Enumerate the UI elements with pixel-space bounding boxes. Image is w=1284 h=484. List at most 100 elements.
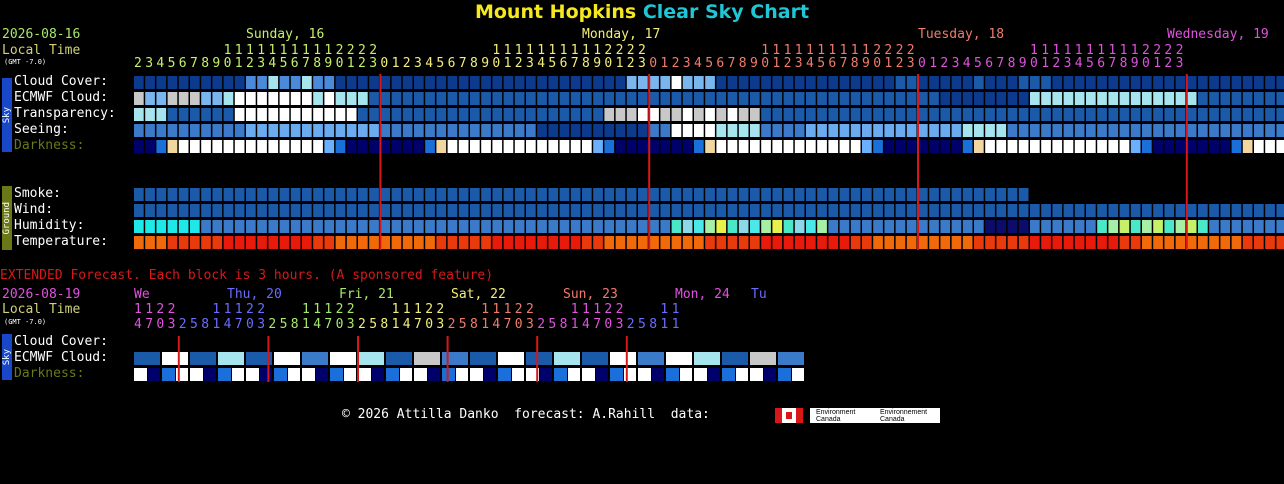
extended-darkness-block[interactable] xyxy=(456,368,468,381)
wind-block[interactable] xyxy=(660,204,671,217)
darkness-block[interactable] xyxy=(492,140,503,153)
cloud-cover-block[interactable] xyxy=(380,76,391,89)
seeing-block[interactable] xyxy=(514,124,525,137)
temperature-block[interactable] xyxy=(582,236,592,249)
ecmwf-cloud-block[interactable] xyxy=(212,92,223,105)
seeing-block[interactable] xyxy=(873,124,883,137)
humidity-block[interactable] xyxy=(1130,220,1141,233)
transparency-block[interactable] xyxy=(705,108,715,121)
temperature-block[interactable] xyxy=(481,236,491,249)
ecmwf-cloud-block[interactable] xyxy=(694,92,704,105)
transparency-block[interactable] xyxy=(223,108,234,121)
transparency-block[interactable] xyxy=(537,108,547,121)
temperature-block[interactable] xyxy=(1209,236,1219,249)
cloud-cover-block[interactable] xyxy=(548,76,559,89)
seeing-block[interactable] xyxy=(380,124,391,137)
ecmwf-cloud-block[interactable] xyxy=(1209,92,1219,105)
seeing-block[interactable] xyxy=(178,124,189,137)
humidity-block[interactable] xyxy=(828,220,839,233)
darkness-block[interactable] xyxy=(201,140,211,153)
darkness-block[interactable] xyxy=(268,140,279,153)
ecmwf-cloud-block[interactable] xyxy=(369,92,379,105)
wind-block[interactable] xyxy=(1220,204,1231,217)
cloud-cover-block[interactable] xyxy=(190,76,200,89)
wind-block[interactable] xyxy=(694,204,704,217)
smoke-block[interactable] xyxy=(873,188,883,201)
ecmwf-cloud-block[interactable] xyxy=(1041,92,1051,105)
transparency-block[interactable] xyxy=(649,108,659,121)
temperature-block[interactable] xyxy=(705,236,715,249)
extended-darkness-block[interactable] xyxy=(204,368,216,381)
humidity-block[interactable] xyxy=(414,220,424,233)
transparency-block[interactable] xyxy=(738,108,749,121)
seeing-block[interactable] xyxy=(1220,124,1231,137)
darkness-block[interactable] xyxy=(850,140,861,153)
cloud-cover-block[interactable] xyxy=(167,76,178,89)
ecmwf-cloud-block[interactable] xyxy=(503,92,514,105)
transparency-block[interactable] xyxy=(1097,108,1107,121)
ecmwf-cloud-block[interactable] xyxy=(1108,92,1119,105)
wind-block[interactable] xyxy=(369,204,379,217)
ecmwf-cloud-block[interactable] xyxy=(649,92,659,105)
seeing-block[interactable] xyxy=(985,124,995,137)
seeing-block[interactable] xyxy=(425,124,435,137)
smoke-block[interactable] xyxy=(134,188,144,201)
smoke-block[interactable] xyxy=(178,188,189,201)
temperature-block[interactable] xyxy=(783,236,794,249)
temperature-block[interactable] xyxy=(750,236,760,249)
smoke-block[interactable] xyxy=(537,188,547,201)
humidity-block[interactable] xyxy=(470,220,480,233)
temperature-block[interactable] xyxy=(458,236,469,249)
wind-block[interactable] xyxy=(1052,204,1063,217)
transparency-block[interactable] xyxy=(615,108,626,121)
ecmwf-cloud-block[interactable] xyxy=(257,92,267,105)
transparency-block[interactable] xyxy=(862,108,872,121)
seeing-block[interactable] xyxy=(369,124,379,137)
seeing-block[interactable] xyxy=(1164,124,1175,137)
humidity-block[interactable] xyxy=(1007,220,1018,233)
transparency-block[interactable] xyxy=(570,108,581,121)
cloud-cover-block[interactable] xyxy=(514,76,525,89)
cloud-cover-block[interactable] xyxy=(638,76,648,89)
darkness-block[interactable] xyxy=(257,140,267,153)
darkness-block[interactable] xyxy=(716,140,727,153)
extended-darkness-block[interactable] xyxy=(246,368,259,381)
transparency-block[interactable] xyxy=(1007,108,1018,121)
smoke-block[interactable] xyxy=(425,188,435,201)
darkness-block[interactable] xyxy=(223,140,234,153)
smoke-block[interactable] xyxy=(839,188,850,201)
humidity-block[interactable] xyxy=(268,220,279,233)
seeing-block[interactable] xyxy=(705,124,715,137)
darkness-block[interactable] xyxy=(940,140,951,153)
ecmwf-cloud-block[interactable] xyxy=(850,92,861,105)
extended-cloud-cover-block[interactable] xyxy=(358,352,384,365)
humidity-block[interactable] xyxy=(391,220,402,233)
smoke-block[interactable] xyxy=(682,188,693,201)
darkness-block[interactable] xyxy=(1018,140,1029,153)
ecmwf-cloud-block[interactable] xyxy=(380,92,391,105)
extended-darkness-block[interactable] xyxy=(414,368,427,381)
humidity-block[interactable] xyxy=(313,220,323,233)
temperature-block[interactable] xyxy=(492,236,503,249)
seeing-block[interactable] xyxy=(783,124,794,137)
extended-darkness-block[interactable] xyxy=(498,368,511,381)
temperature-block[interactable] xyxy=(470,236,480,249)
seeing-block[interactable] xyxy=(402,124,413,137)
transparency-block[interactable] xyxy=(246,108,256,121)
darkness-block[interactable] xyxy=(503,140,514,153)
extended-darkness-block[interactable] xyxy=(484,368,496,381)
darkness-block[interactable] xyxy=(178,140,189,153)
smoke-block[interactable] xyxy=(145,188,155,201)
transparency-block[interactable] xyxy=(178,108,189,121)
seeing-block[interactable] xyxy=(190,124,200,137)
temperature-block[interactable] xyxy=(593,236,603,249)
extended-darkness-block[interactable] xyxy=(274,368,287,381)
seeing-block[interactable] xyxy=(895,124,906,137)
wind-block[interactable] xyxy=(1254,204,1264,217)
transparency-block[interactable] xyxy=(190,108,200,121)
extended-cloud-cover-block[interactable] xyxy=(750,352,776,365)
humidity-block[interactable] xyxy=(593,220,603,233)
cloud-cover-block[interactable] xyxy=(290,76,301,89)
temperature-block[interactable] xyxy=(1052,236,1063,249)
temperature-block[interactable] xyxy=(190,236,200,249)
